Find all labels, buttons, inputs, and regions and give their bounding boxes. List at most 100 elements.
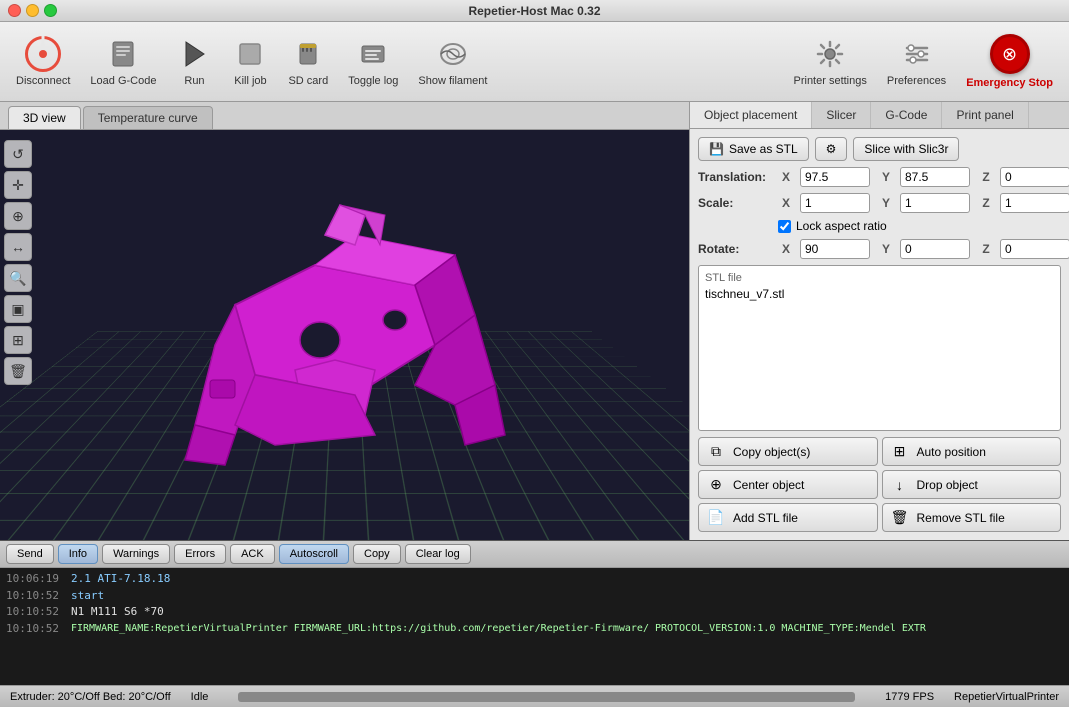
scale-x-group: X bbox=[776, 193, 870, 213]
idle-status: Idle bbox=[191, 691, 209, 703]
translation-x-group: X bbox=[776, 167, 870, 187]
center-object-icon: ⊕ bbox=[707, 476, 725, 493]
minimize-button[interactable] bbox=[26, 4, 39, 17]
main-content: 3D view Temperature curve ↺ ✛ ⊕ ↔ 🔍 ▣ ⊞ … bbox=[0, 102, 1069, 540]
sy-label: Y bbox=[876, 196, 896, 210]
rotate-z-input[interactable] bbox=[1000, 239, 1069, 259]
rotate-y-input[interactable] bbox=[900, 239, 970, 259]
log-msg-3: N1 M111 S6 *70 bbox=[71, 604, 164, 621]
emergency-stop-icon: ⊗ bbox=[990, 34, 1030, 74]
disconnect-button[interactable]: Disconnect bbox=[8, 32, 78, 91]
lock-aspect-checkbox[interactable] bbox=[778, 220, 791, 233]
action-grid: ⧉ Copy object(s) ⊞ Auto position ⊕ Cente… bbox=[698, 437, 1061, 532]
info-button[interactable]: Info bbox=[58, 544, 98, 564]
scale-y-group: Y bbox=[876, 193, 970, 213]
auto-position-button[interactable]: ⊞ Auto position bbox=[882, 437, 1062, 466]
app-title: Repetier-Host Mac 0.32 bbox=[468, 4, 600, 18]
drop-object-icon: ↓ bbox=[891, 477, 909, 493]
sz-label: Z bbox=[976, 196, 996, 210]
run-icon bbox=[176, 36, 212, 72]
save-stl-button[interactable]: 💾 Save as STL bbox=[698, 137, 809, 161]
add-stl-button[interactable]: 📄 Add STL file bbox=[698, 503, 878, 532]
progress-bar bbox=[238, 692, 855, 702]
log-time-2: 10:10:52 bbox=[6, 588, 61, 605]
log-msg-2: start bbox=[71, 588, 104, 605]
show-filament-button[interactable]: Show filament bbox=[410, 32, 495, 91]
log-line-2: 10:10:52 start bbox=[6, 588, 1063, 605]
printer-settings-icon bbox=[812, 36, 848, 72]
translation-y-input[interactable] bbox=[900, 167, 970, 187]
refresh-view-button[interactable]: ↺ bbox=[4, 140, 32, 168]
rotate-x-input[interactable] bbox=[800, 239, 870, 259]
scale-x-input[interactable] bbox=[800, 193, 870, 213]
translation-z-input[interactable] bbox=[1000, 167, 1069, 187]
rotate-x-group: X bbox=[776, 239, 870, 259]
stl-file-name: tischneu_v7.stl bbox=[705, 287, 1054, 301]
center-object-button[interactable]: ⊕ Center object bbox=[698, 470, 878, 499]
rz-label: Z bbox=[976, 242, 996, 256]
close-button[interactable] bbox=[8, 4, 21, 17]
translation-z-group: Z bbox=[976, 167, 1069, 187]
errors-button[interactable]: Errors bbox=[174, 544, 226, 564]
settings-button[interactable]: ⚙ bbox=[815, 137, 848, 161]
slice-button[interactable]: Slice with Slic3r bbox=[853, 137, 959, 161]
tab-print-panel[interactable]: Print panel bbox=[942, 102, 1028, 128]
sd-card-label: SD card bbox=[288, 75, 328, 87]
tab-object-placement[interactable]: Object placement bbox=[690, 102, 812, 128]
show-filament-label: Show filament bbox=[418, 75, 487, 87]
lock-aspect-row: Lock aspect ratio bbox=[698, 219, 1061, 233]
delete-button[interactable]: 🗑 bbox=[4, 357, 32, 385]
pan-tool-button[interactable]: ⊕ bbox=[4, 202, 32, 230]
translation-y-group: Y bbox=[876, 167, 970, 187]
sd-card-button[interactable]: SD card bbox=[280, 32, 336, 91]
disconnect-icon bbox=[25, 36, 61, 72]
panel-tabs: Object placement Slicer G-Code Print pan… bbox=[690, 102, 1069, 129]
grid-button[interactable]: ⊞ bbox=[4, 326, 32, 354]
copy-objects-button[interactable]: ⧉ Copy object(s) bbox=[698, 437, 878, 466]
show-filament-icon bbox=[435, 36, 471, 72]
toolbar-right: Printer settings Preferences ⊗ Emergency… bbox=[786, 30, 1062, 93]
emergency-stop-button[interactable]: ⊗ Emergency Stop bbox=[958, 30, 1061, 93]
zoom-in-button[interactable]: 🔍 bbox=[4, 264, 32, 292]
sd-card-icon bbox=[290, 36, 326, 72]
autoscroll-button[interactable]: Autoscroll bbox=[279, 544, 349, 564]
rotate-tool-button[interactable]: ↔ bbox=[4, 233, 32, 261]
printer-settings-button[interactable]: Printer settings bbox=[786, 32, 875, 91]
scale-z-input[interactable] bbox=[1000, 193, 1069, 213]
tab-3d-view[interactable]: 3D view bbox=[8, 106, 81, 129]
kill-job-icon bbox=[232, 36, 268, 72]
fps-status: 1779 FPS bbox=[885, 691, 934, 703]
copy-log-button[interactable]: Copy bbox=[353, 544, 401, 564]
log-toolbar: Send Info Warnings Errors ACK Autoscroll… bbox=[0, 541, 1069, 568]
preferences-button[interactable]: Preferences bbox=[879, 32, 954, 91]
window-controls[interactable] bbox=[8, 4, 57, 17]
toggle-log-button[interactable]: Toggle log bbox=[340, 32, 406, 91]
printer-settings-label: Printer settings bbox=[794, 75, 867, 87]
translation-x-input[interactable] bbox=[800, 167, 870, 187]
tab-gcode[interactable]: G-Code bbox=[871, 102, 942, 128]
clear-log-button[interactable]: Clear log bbox=[405, 544, 471, 564]
auto-position-icon: ⊞ bbox=[891, 443, 909, 460]
maximize-button[interactable] bbox=[44, 4, 57, 17]
log-msg-1: 2.1 ATI-7.18.18 bbox=[71, 571, 170, 588]
scale-y-input[interactable] bbox=[900, 193, 970, 213]
drop-object-button[interactable]: ↓ Drop object bbox=[882, 470, 1062, 499]
remove-stl-button[interactable]: 🗑 Remove STL file bbox=[882, 503, 1062, 532]
ack-button[interactable]: ACK bbox=[230, 544, 275, 564]
frame-button[interactable]: ▣ bbox=[4, 295, 32, 323]
warnings-button[interactable]: Warnings bbox=[102, 544, 170, 564]
run-button[interactable]: Run bbox=[168, 32, 220, 91]
tx-label: X bbox=[776, 170, 796, 184]
tab-slicer[interactable]: Slicer bbox=[812, 102, 871, 128]
send-button[interactable]: Send bbox=[6, 544, 54, 564]
move-tool-button[interactable]: ✛ bbox=[4, 171, 32, 199]
viewport-canvas[interactable] bbox=[0, 130, 689, 540]
kill-job-label: Kill job bbox=[234, 75, 266, 87]
3d-object bbox=[155, 185, 535, 485]
load-gcode-button[interactable]: Load G-Code bbox=[82, 32, 164, 91]
tab-temp-curve[interactable]: Temperature curve bbox=[83, 106, 213, 129]
emergency-stop-label: Emergency Stop bbox=[966, 77, 1053, 89]
stl-file-label: STL file bbox=[705, 272, 1054, 284]
scale-row: Scale: X Y Z bbox=[698, 193, 1061, 213]
kill-job-button[interactable]: Kill job bbox=[224, 32, 276, 91]
